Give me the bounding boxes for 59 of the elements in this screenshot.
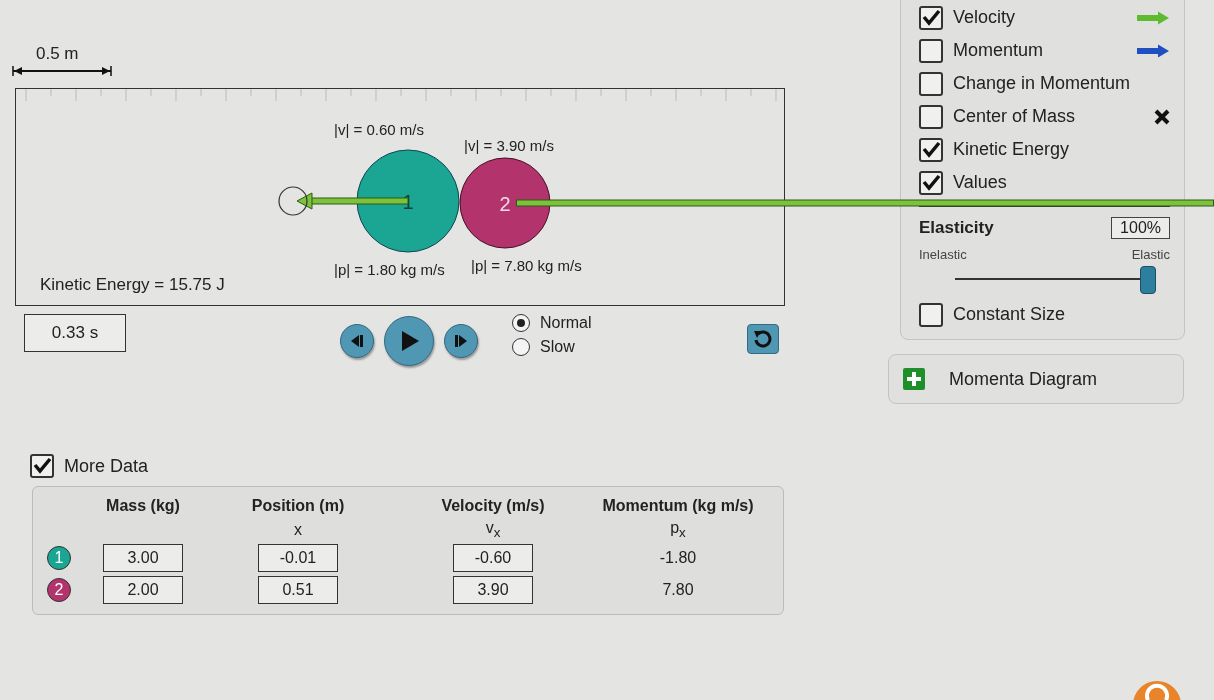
play-button[interactable]	[384, 316, 434, 366]
position-field[interactable]: 0.51	[258, 576, 338, 605]
column-header: Momentum (kg m/s)	[601, 497, 755, 515]
velocity-label: |v| = 3.90 m/s	[464, 137, 554, 154]
velocity-label: |v| = 0.60 m/s	[334, 121, 424, 138]
check-icon	[921, 140, 941, 159]
column-header: Velocity (m/s)	[440, 497, 546, 515]
slider-thumb[interactable]	[1140, 266, 1156, 294]
ball-number: 1	[402, 191, 414, 213]
column-header: Position (m)	[250, 497, 346, 515]
mass-field[interactable]: 2.00	[103, 576, 183, 605]
step-back-button[interactable]	[340, 324, 374, 358]
constant-size-checkbox[interactable]: Constant Size	[919, 298, 1170, 331]
cross-icon	[1154, 108, 1170, 125]
arrow-handle[interactable]	[278, 186, 308, 216]
ball-badge: 1	[47, 546, 71, 571]
reset-all-icon[interactable]	[1132, 680, 1182, 700]
scale-label: 0.5 m	[36, 44, 80, 64]
ball-badge: 2	[47, 578, 71, 603]
step-forward-icon	[453, 333, 469, 349]
elasticity-label: Elasticity	[919, 218, 994, 238]
check-icon	[921, 8, 941, 27]
momentum-value: -1.80	[659, 549, 697, 568]
slider-max-label: Elastic	[1131, 247, 1170, 262]
column-symbol: p$_{x}$	[669, 519, 687, 541]
momenta-diagram-button[interactable]: Momenta Diagram	[888, 354, 1184, 404]
velocity-field[interactable]: -0.60	[453, 544, 533, 573]
option-checkbox[interactable]: Center of Mass	[919, 100, 1170, 133]
slider-min-label: Inelastic	[919, 247, 967, 262]
ball[interactable]	[356, 149, 460, 253]
column-header: Mass (kg)	[105, 497, 181, 515]
check-icon	[921, 173, 941, 192]
more-data-checkbox[interactable]: More Data	[30, 454, 149, 478]
reset-button[interactable]	[747, 324, 779, 354]
column-symbol: v$_{x}$	[484, 519, 502, 541]
velocity-field[interactable]: 3.90	[453, 576, 533, 605]
reset-icon	[752, 328, 774, 350]
momentum-label: |p| = 1.80 kg m/s	[334, 261, 445, 278]
momentum-label: |p| = 7.80 kg m/s	[471, 257, 582, 274]
momentum-value: 7.80	[662, 581, 694, 600]
option-checkbox[interactable]: Kinetic Energy	[919, 133, 1170, 166]
mass-field[interactable]: 3.00	[103, 544, 183, 573]
time-display: 0.33 s	[24, 314, 126, 352]
option-checkbox[interactable]: Values	[919, 166, 1170, 199]
elasticity-value: 100%	[1111, 217, 1170, 239]
kinetic-energy-label: Kinetic Energy = 15.75 J	[40, 275, 225, 295]
step-forward-button[interactable]	[444, 324, 478, 358]
speed-radio[interactable]: Slow	[512, 338, 592, 356]
speed-radio[interactable]: Normal	[512, 314, 592, 332]
step-back-icon	[349, 333, 365, 349]
option-checkbox[interactable]: Momentum	[919, 34, 1170, 67]
option-checkbox[interactable]: Change in Momentum	[919, 67, 1170, 100]
ball-number: 2	[499, 193, 511, 215]
column-symbol: x	[293, 520, 303, 539]
position-field[interactable]: -0.01	[258, 544, 338, 573]
option-checkbox[interactable]: Velocity	[919, 1, 1170, 34]
check-icon	[32, 457, 52, 475]
plus-icon	[903, 368, 925, 390]
ball[interactable]	[459, 157, 551, 249]
